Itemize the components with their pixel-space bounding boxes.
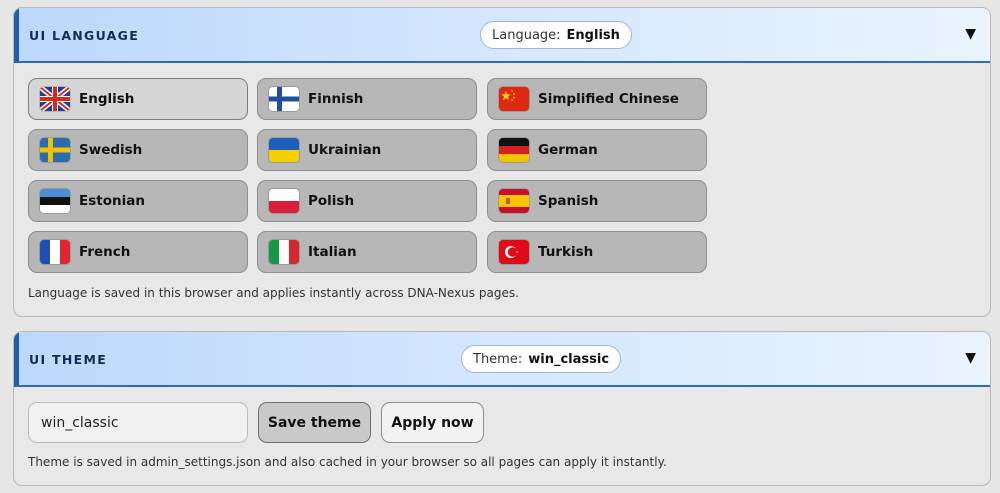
language-button-turkish[interactable]: Turkish [487, 231, 707, 273]
language-button-italian[interactable]: Italian [257, 231, 477, 273]
current-language-badge: Language: English [480, 21, 632, 49]
germany-flag-icon [499, 138, 529, 162]
italy-flag-icon [269, 240, 299, 264]
save-theme-button[interactable]: Save theme [258, 402, 371, 443]
collapse-theme-icon[interactable]: ▼ [965, 350, 976, 366]
language-button-swedish[interactable]: Swedish [28, 129, 248, 171]
language-label: French [79, 244, 131, 260]
spain-flag-icon [499, 189, 529, 213]
language-button-finnish[interactable]: Finnish [257, 78, 477, 120]
language-label: Ukrainian [308, 142, 382, 158]
france-flag-icon [40, 240, 70, 264]
language-label: Simplified Chinese [538, 91, 679, 107]
language-label: Swedish [79, 142, 143, 158]
language-button-english[interactable]: English [28, 78, 248, 120]
sweden-flag-icon [40, 138, 70, 162]
language-help-text: Language is saved in this browser and ap… [28, 286, 519, 300]
language-button-polish[interactable]: Polish [257, 180, 477, 222]
language-badge-label: Language: [492, 27, 561, 43]
language-label: Polish [308, 193, 355, 209]
language-badge-value: English [566, 27, 620, 43]
ui-theme-header[interactable]: UI THEME Theme: win_classic ▼ [14, 332, 990, 387]
theme-help-text: Theme is saved in admin_settings.json an… [28, 455, 667, 469]
ukraine-flag-icon [269, 138, 299, 162]
current-theme-badge: Theme: win_classic [461, 345, 622, 373]
china-flag-icon [499, 87, 529, 111]
language-label: German [538, 142, 598, 158]
ui-language-title: UI LANGUAGE [29, 28, 140, 43]
apply-now-button[interactable]: Apply now [381, 402, 484, 443]
ui-theme-title: UI THEME [29, 352, 108, 367]
theme-badge-label: Theme: [473, 351, 523, 367]
language-button-estonian[interactable]: Estonian [28, 180, 248, 222]
language-button-simplified-chinese[interactable]: Simplified Chinese [487, 78, 707, 120]
language-label: Finnish [308, 91, 364, 107]
ui-language-panel: UI LANGUAGE Language: English ▼ English [13, 7, 991, 317]
language-button-ukrainian[interactable]: Ukrainian [257, 129, 477, 171]
poland-flag-icon [269, 189, 299, 213]
language-button-spanish[interactable]: Spanish [487, 180, 707, 222]
collapse-language-icon[interactable]: ▼ [965, 26, 976, 42]
language-label: Italian [308, 244, 357, 260]
theme-name-input[interactable] [28, 402, 248, 443]
language-label: English [79, 91, 135, 107]
turkey-flag-icon [499, 240, 529, 264]
language-label: Turkish [538, 244, 594, 260]
language-label: Estonian [79, 193, 145, 209]
uk-flag-icon [40, 87, 70, 111]
language-label: Spanish [538, 193, 599, 209]
ui-theme-panel: UI THEME Theme: win_classic ▼ Save theme… [13, 331, 991, 486]
language-button-german[interactable]: German [487, 129, 707, 171]
language-button-french[interactable]: French [28, 231, 248, 273]
ui-language-header[interactable]: UI LANGUAGE Language: English ▼ [14, 8, 990, 63]
finland-flag-icon [269, 87, 299, 111]
theme-badge-value: win_classic [528, 351, 610, 367]
estonia-flag-icon [40, 189, 70, 213]
